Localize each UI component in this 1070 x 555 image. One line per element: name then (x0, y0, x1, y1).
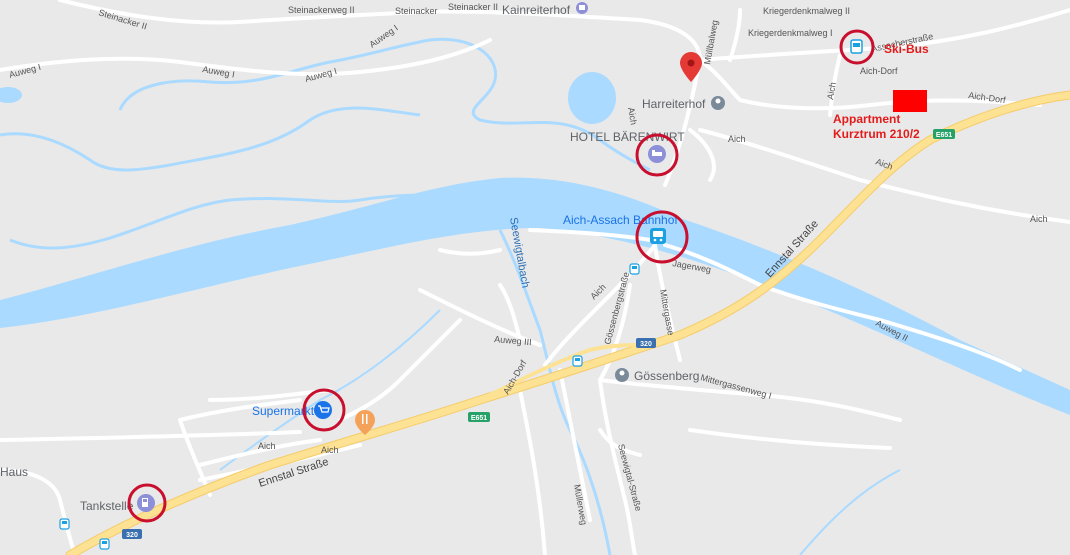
annotation-appartment-1: Appartment (833, 112, 900, 126)
label-kriegerdenkmalweg-ii: Kriegerdenkmalweg II (763, 6, 850, 16)
svg-text:320: 320 (640, 341, 652, 348)
landmark-icon (615, 368, 629, 382)
bus-stop-icon[interactable] (629, 263, 640, 275)
train-station-icon[interactable] (650, 228, 666, 244)
landmark-icon (711, 96, 725, 110)
appartment-marker (893, 90, 927, 112)
label-steinacker: Steinacker (395, 6, 438, 16)
annotation-ski-bus: Ski-Bus (884, 42, 929, 56)
shopping-cart-icon[interactable] (314, 401, 332, 419)
fuel-station-icon[interactable] (137, 494, 155, 512)
bus-stop-icon[interactable] (59, 518, 70, 530)
label-aich-7: Aich (258, 441, 276, 451)
annotation-appartment-2: Kurztrum 210/2 (833, 127, 920, 141)
shield-e651-b: E651 (468, 412, 490, 422)
label-gossenberg[interactable]: Gössenberg (634, 369, 699, 383)
hotel-bed-icon[interactable] (648, 145, 666, 163)
label-steinacker-ii-b: Steinacker II (448, 2, 498, 12)
bus-stop-icon[interactable] (99, 538, 110, 550)
landmark-icon (576, 2, 588, 14)
label-kriegerdenkmalweg-i: Kriegerdenkmalweg I (748, 28, 833, 38)
svg-text:E651: E651 (471, 415, 487, 422)
label-harreiterhof[interactable]: Harreiterhof (642, 97, 706, 111)
shield-320-a: 320 (636, 338, 656, 348)
label-tankstelle[interactable]: Tankstelle (80, 499, 134, 513)
map-canvas[interactable]: E651 E651 320 320 Steinacker II Steinack… (0, 0, 1070, 555)
bus-stop-icon[interactable] (572, 355, 583, 367)
svg-text:E651: E651 (936, 132, 952, 139)
shield-e651-a: E651 (933, 129, 955, 139)
label-haus: Haus (0, 465, 28, 479)
map-svg: E651 E651 320 320 Steinacker II Steinack… (0, 0, 1070, 555)
label-aich-2: Aich (728, 134, 746, 144)
label-bahnhof[interactable]: Aich-Assach Bahnhof (563, 213, 678, 227)
label-aich-8: Aich (321, 445, 339, 455)
label-kainreiterhof[interactable]: Kainreiterhof (502, 3, 571, 17)
label-steinackerweg-ii: Steinackerweg II (288, 5, 355, 15)
pond (568, 72, 616, 124)
shield-320-b: 320 (122, 529, 142, 539)
bus-stop-icon[interactable] (850, 39, 863, 54)
label-aich-dorf-1: Aich-Dorf (860, 66, 898, 76)
svg-text:320: 320 (126, 532, 138, 539)
label-aich-4: Aich (1030, 214, 1048, 224)
